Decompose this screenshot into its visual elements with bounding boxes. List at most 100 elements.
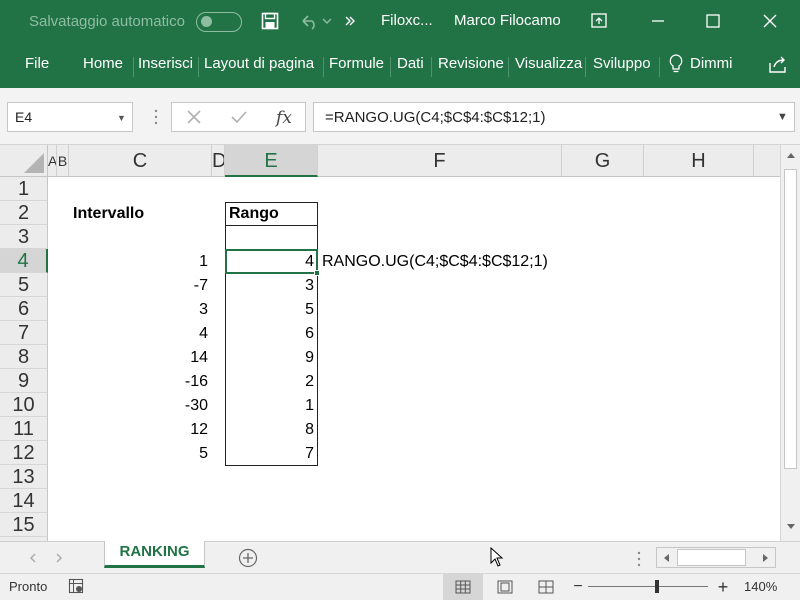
undo-dropdown-icon[interactable]	[322, 10, 332, 32]
fill-handle[interactable]	[314, 270, 320, 276]
cell-c7[interactable]: 4	[69, 322, 212, 346]
sheet-tab-ranking[interactable]: RANKING	[104, 541, 205, 568]
horizontal-scrollbar[interactable]	[656, 547, 776, 568]
user-name[interactable]: Marco Filocamo	[454, 12, 561, 29]
column-header-h[interactable]: H	[644, 145, 754, 177]
zoom-in-button[interactable]: +	[716, 576, 730, 598]
tab-home[interactable]: Home	[83, 55, 123, 72]
close-icon[interactable]	[762, 10, 778, 32]
row-header-3[interactable]: 3	[0, 225, 48, 249]
row-header-4[interactable]: 4	[0, 249, 48, 273]
name-box[interactable]: E4	[7, 102, 133, 132]
nav-right-icon[interactable]	[54, 547, 64, 569]
lightbulb-icon[interactable]	[668, 53, 684, 75]
column-header-a[interactable]: A	[48, 145, 57, 177]
page-layout-view-icon[interactable]	[485, 574, 525, 600]
formula-input[interactable]: =RANGO.UG(C4;$C$4:$C$12;1)	[313, 102, 795, 132]
undo-icon[interactable]	[298, 10, 320, 32]
ribbon-display-icon[interactable]	[590, 10, 608, 32]
tab-file[interactable]: File	[25, 55, 49, 72]
tab-developer[interactable]: Sviluppo	[593, 55, 651, 72]
scroll-left-icon[interactable]	[660, 550, 672, 565]
row-header-7[interactable]: 7	[0, 321, 48, 345]
cell-e10[interactable]: 1	[225, 394, 318, 418]
cell-e12[interactable]: 7	[225, 442, 318, 466]
row-header-12[interactable]: 12	[0, 441, 48, 465]
tab-separator	[323, 57, 324, 77]
cell-e9[interactable]: 2	[225, 370, 318, 394]
zoom-slider-track[interactable]	[588, 586, 708, 587]
ribbon-tabs: File Home Inserisci Layout di pagina For…	[0, 44, 800, 88]
tab-page-layout[interactable]: Layout di pagina	[204, 55, 314, 72]
macro-record-icon[interactable]	[68, 577, 84, 595]
name-box-dropdown-icon[interactable]: ▼	[117, 113, 126, 123]
scroll-down-icon[interactable]	[785, 521, 797, 533]
column-header-c[interactable]: C	[69, 145, 212, 177]
horizontal-scroll-thumb[interactable]	[677, 549, 746, 566]
tab-view[interactable]: Visualizza	[515, 55, 582, 72]
scroll-right-icon[interactable]	[760, 550, 772, 565]
enter-icon[interactable]	[229, 108, 249, 126]
tab-split-grip-icon[interactable]	[636, 548, 642, 570]
zoom-out-button[interactable]: −	[572, 576, 584, 598]
vertical-scrollbar[interactable]	[780, 145, 800, 541]
add-sheet-icon[interactable]	[237, 547, 259, 569]
cell-c12[interactable]: 5	[69, 442, 212, 466]
row-header-11[interactable]: 11	[0, 417, 48, 441]
save-icon[interactable]	[261, 10, 279, 32]
column-header-b[interactable]: B	[57, 145, 69, 177]
minimize-icon[interactable]	[650, 10, 666, 32]
column-header-next[interactable]	[754, 145, 780, 177]
vertical-scroll-thumb[interactable]	[784, 169, 797, 469]
share-icon[interactable]	[767, 53, 789, 75]
more-commands-icon[interactable]	[344, 10, 356, 32]
tell-me-search[interactable]: Dimmi	[690, 55, 733, 72]
column-header-e[interactable]: E	[225, 145, 318, 177]
tab-separator	[431, 57, 432, 77]
row-header-9[interactable]: 9	[0, 369, 48, 393]
cell-e11[interactable]: 8	[225, 418, 318, 442]
row-header-14[interactable]: 14	[0, 489, 48, 513]
page-break-view-icon[interactable]	[526, 574, 566, 600]
cell-e7[interactable]: 6	[225, 322, 318, 346]
select-all-button[interactable]	[0, 145, 48, 177]
row-header-5[interactable]: 5	[0, 273, 48, 297]
status-text: Pronto	[9, 579, 48, 594]
cell-c9[interactable]: -16	[69, 370, 212, 394]
cancel-icon[interactable]	[185, 108, 203, 126]
cell-c8[interactable]: 14	[69, 346, 212, 370]
cell-c6[interactable]: 3	[69, 298, 212, 322]
cell-c10[interactable]: -30	[69, 394, 212, 418]
row-header-2[interactable]: 2	[0, 201, 48, 225]
cell-c5[interactable]: -7	[69, 274, 212, 298]
column-header-g[interactable]: G	[562, 145, 644, 177]
tab-insert[interactable]: Inserisci	[138, 55, 193, 72]
tab-review[interactable]: Revisione	[438, 55, 504, 72]
row-header-1[interactable]: 1	[0, 177, 48, 201]
insert-function-button[interactable]: fx	[274, 107, 294, 129]
column-header-d[interactable]: D	[212, 145, 225, 177]
autosave-toggle[interactable]	[196, 12, 242, 32]
tab-data[interactable]: Dati	[397, 55, 424, 72]
nav-left-icon[interactable]	[28, 547, 38, 569]
cell-e8[interactable]: 9	[225, 346, 318, 370]
scroll-up-icon[interactable]	[785, 149, 797, 161]
normal-view-icon[interactable]	[443, 574, 483, 600]
row-header-15[interactable]: 15	[0, 513, 48, 537]
row-header-6[interactable]: 6	[0, 297, 48, 321]
cell-c4[interactable]: 1	[69, 250, 212, 274]
cell-b2-intervallo[interactable]: Intervallo	[73, 202, 144, 226]
row-header-10[interactable]: 10	[0, 393, 48, 417]
maximize-icon[interactable]	[705, 10, 721, 32]
expand-formula-bar-icon[interactable]: ▼	[777, 111, 788, 123]
row-header-13[interactable]: 13	[0, 465, 48, 489]
row-header-8[interactable]: 8	[0, 345, 48, 369]
zoom-slider-thumb[interactable]	[655, 580, 659, 593]
tab-formulas[interactable]: Formule	[329, 55, 384, 72]
zoom-level[interactable]: 140%	[744, 579, 777, 594]
cell-f4[interactable]: RANGO.UG(C4;$C$4:$C$12;1)	[322, 250, 548, 274]
cell-e5[interactable]: 3	[225, 274, 318, 298]
column-header-f[interactable]: F	[318, 145, 562, 177]
cell-e6[interactable]: 5	[225, 298, 318, 322]
cell-c11[interactable]: 12	[69, 418, 212, 442]
